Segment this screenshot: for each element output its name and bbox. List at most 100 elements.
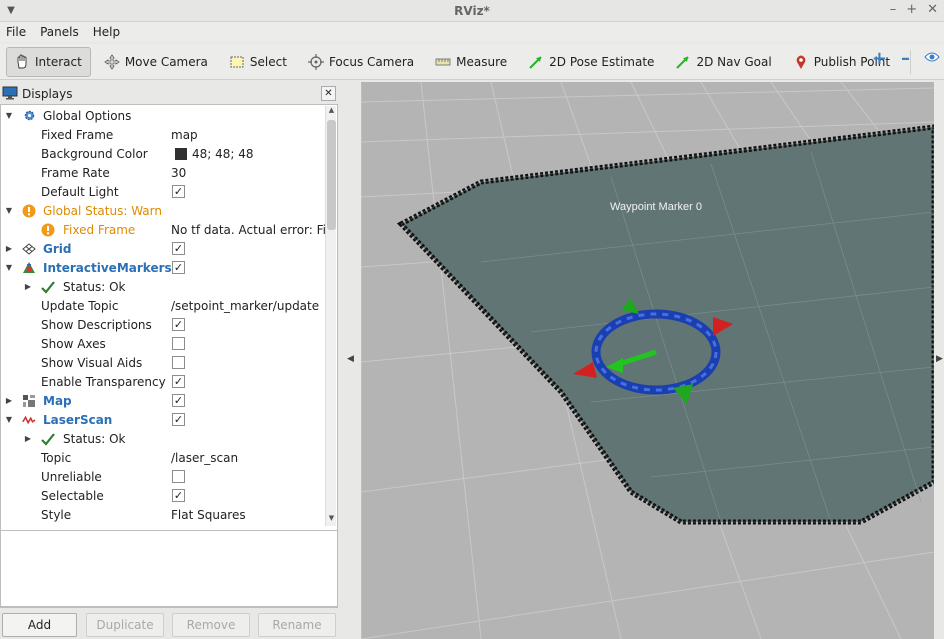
tree-row-update-topic[interactable]: Update Topic /setpoint_marker/update — [1, 296, 326, 315]
minimize-icon[interactable]: – — [890, 2, 897, 17]
tree-row-style[interactable]: Style Flat Squares — [1, 505, 326, 524]
eye-icon[interactable] — [924, 51, 940, 66]
close-panel-button[interactable]: ✕ — [321, 86, 336, 101]
gear-icon — [22, 109, 36, 123]
move-camera-label: Move Camera — [124, 54, 208, 69]
tree-row-default-light[interactable]: Default Light — [1, 182, 326, 201]
expand-icon[interactable]: ▶ — [4, 396, 14, 405]
row-label: Status: Ok — [63, 279, 126, 294]
marker-description: Waypoint Marker 0 — [610, 201, 702, 213]
collapse-icon[interactable]: ▼ — [4, 415, 14, 424]
tree-row-interactive-markers[interactable]: ▼ InteractiveMarkers — [1, 258, 326, 277]
nav-goal-label: 2D Nav Goal — [696, 54, 772, 69]
grid-icon — [22, 242, 36, 256]
displays-title: Displays — [22, 87, 73, 101]
tree-row-global-options[interactable]: ▼ Global Options — [1, 106, 326, 125]
nav-goal-button[interactable]: 2D Nav Goal — [668, 47, 779, 77]
collapse-left-icon[interactable]: ◀ — [347, 354, 354, 364]
fixed-frame-value[interactable]: map — [171, 128, 326, 142]
style-value[interactable]: Flat Squares — [171, 508, 326, 522]
update-topic-value[interactable]: /setpoint_marker/update — [171, 299, 326, 313]
window-menu-icon[interactable]: ▼ — [0, 5, 22, 16]
map-checkbox[interactable] — [172, 394, 185, 407]
selectable-checkbox[interactable] — [172, 489, 185, 502]
menu-help[interactable]: Help — [93, 25, 120, 39]
duplicate-button[interactable]: Duplicate — [86, 613, 164, 637]
show-axes-checkbox[interactable] — [172, 337, 185, 350]
unreliable-checkbox[interactable] — [172, 470, 185, 483]
laserscan-checkbox[interactable] — [172, 413, 185, 426]
tree-row-map[interactable]: ▶ Map — [1, 391, 326, 410]
collapse-icon[interactable]: ▼ — [4, 111, 14, 120]
measure-button[interactable]: Measure — [428, 47, 515, 77]
tree-row-unreliable[interactable]: Unreliable — [1, 467, 326, 486]
focus-camera-button[interactable]: Focus Camera — [301, 47, 422, 77]
menu-panels[interactable]: Panels — [40, 25, 79, 39]
focus-camera-label: Focus Camera — [328, 54, 415, 69]
enable-transparency-checkbox[interactable] — [172, 375, 185, 388]
tree-row-show-visual-aids[interactable]: Show Visual Aids — [1, 353, 326, 372]
close-icon[interactable]: ✕ — [927, 2, 938, 17]
render-viewport[interactable]: Waypoint Marker 0 — [361, 82, 934, 639]
collapse-icon[interactable]: ▼ — [4, 206, 14, 215]
remove-button[interactable]: Remove — [172, 613, 250, 637]
scrollbar-thumb[interactable] — [327, 120, 336, 230]
interactive-markers-checkbox[interactable] — [172, 261, 185, 274]
show-visual-aids-checkbox[interactable] — [172, 356, 185, 369]
topic-value[interactable]: /laser_scan — [171, 451, 326, 465]
map-icon — [22, 394, 36, 408]
tree-scrollbar[interactable]: ▲ ▼ — [325, 106, 336, 526]
color-swatch[interactable] — [175, 147, 187, 160]
default-light-checkbox[interactable] — [172, 185, 185, 198]
measure-label: Measure — [456, 54, 508, 69]
scroll-down-icon[interactable]: ▼ — [326, 514, 337, 526]
tree-row-frame-rate[interactable]: Frame Rate 30 — [1, 163, 326, 182]
select-icon — [228, 53, 246, 71]
goal-arrow-icon — [674, 53, 692, 71]
camera-move-icon — [103, 53, 121, 71]
frame-rate-value[interactable]: 30 — [171, 166, 326, 180]
tree-row-global-status[interactable]: ▼ Global Status: Warn — [1, 201, 326, 220]
menu-file[interactable]: File — [6, 25, 26, 39]
left-splitter[interactable]: ◀ — [340, 84, 360, 639]
minus-icon[interactable]: – — [901, 48, 910, 69]
rename-button[interactable]: Rename — [258, 613, 336, 637]
fixed-frame-error-value: No tf data. Actual error: Fix — [171, 222, 326, 237]
expand-right-icon[interactable]: ▶ — [936, 354, 943, 364]
tree-row-fixed-frame[interactable]: Fixed Frame map — [1, 125, 326, 144]
tree-row-markers-status[interactable]: ▶ Status: Ok — [1, 277, 326, 296]
expand-icon[interactable]: ▶ — [23, 282, 33, 291]
tree-row-show-axes[interactable]: Show Axes — [1, 334, 326, 353]
expand-icon[interactable]: ▶ — [23, 434, 33, 443]
collapse-icon[interactable]: ▼ — [4, 263, 14, 272]
pose-estimate-button[interactable]: 2D Pose Estimate — [521, 47, 662, 77]
tree-row-topic[interactable]: Topic /laser_scan — [1, 448, 326, 467]
interact-label: Interact — [35, 54, 82, 69]
background-color-value[interactable]: 48; 48; 48 — [192, 147, 337, 161]
grid-checkbox[interactable] — [172, 242, 185, 255]
monitor-icon — [2, 86, 18, 103]
warning-icon — [22, 204, 36, 218]
row-label: InteractiveMarkers — [43, 260, 172, 275]
tree-row-laser-status[interactable]: ▶ Status: Ok — [1, 429, 326, 448]
expand-icon[interactable]: ▶ — [4, 244, 14, 253]
tree-row-selectable[interactable]: Selectable — [1, 486, 326, 505]
tree-row-background-color[interactable]: Background Color 48; 48; 48 — [1, 144, 326, 163]
maximize-icon[interactable]: + — [906, 2, 917, 17]
add-button[interactable]: Add — [2, 613, 77, 637]
select-button[interactable]: Select — [222, 47, 295, 77]
row-label: Frame Rate — [41, 165, 110, 180]
right-splitter[interactable]: ▶ — [934, 84, 944, 639]
interact-button[interactable]: Interact — [6, 46, 91, 77]
tree-row-show-descriptions[interactable]: Show Descriptions — [1, 315, 326, 334]
show-descriptions-checkbox[interactable] — [172, 318, 185, 331]
row-label: Fixed Frame — [41, 127, 114, 142]
tree-row-enable-transparency[interactable]: Enable Transparency — [1, 372, 326, 391]
plus-icon[interactable]: + — [872, 48, 887, 69]
move-camera-button[interactable]: Move Camera — [97, 47, 216, 77]
pin-icon — [792, 53, 810, 71]
tree-row-grid[interactable]: ▶ Grid — [1, 239, 326, 258]
scroll-up-icon[interactable]: ▲ — [326, 106, 337, 118]
tree-row-laserscan[interactable]: ▼ LaserScan — [1, 410, 326, 429]
tree-row-fixed-frame-status[interactable]: Fixed Frame No tf data. Actual error: Fi… — [1, 220, 326, 239]
